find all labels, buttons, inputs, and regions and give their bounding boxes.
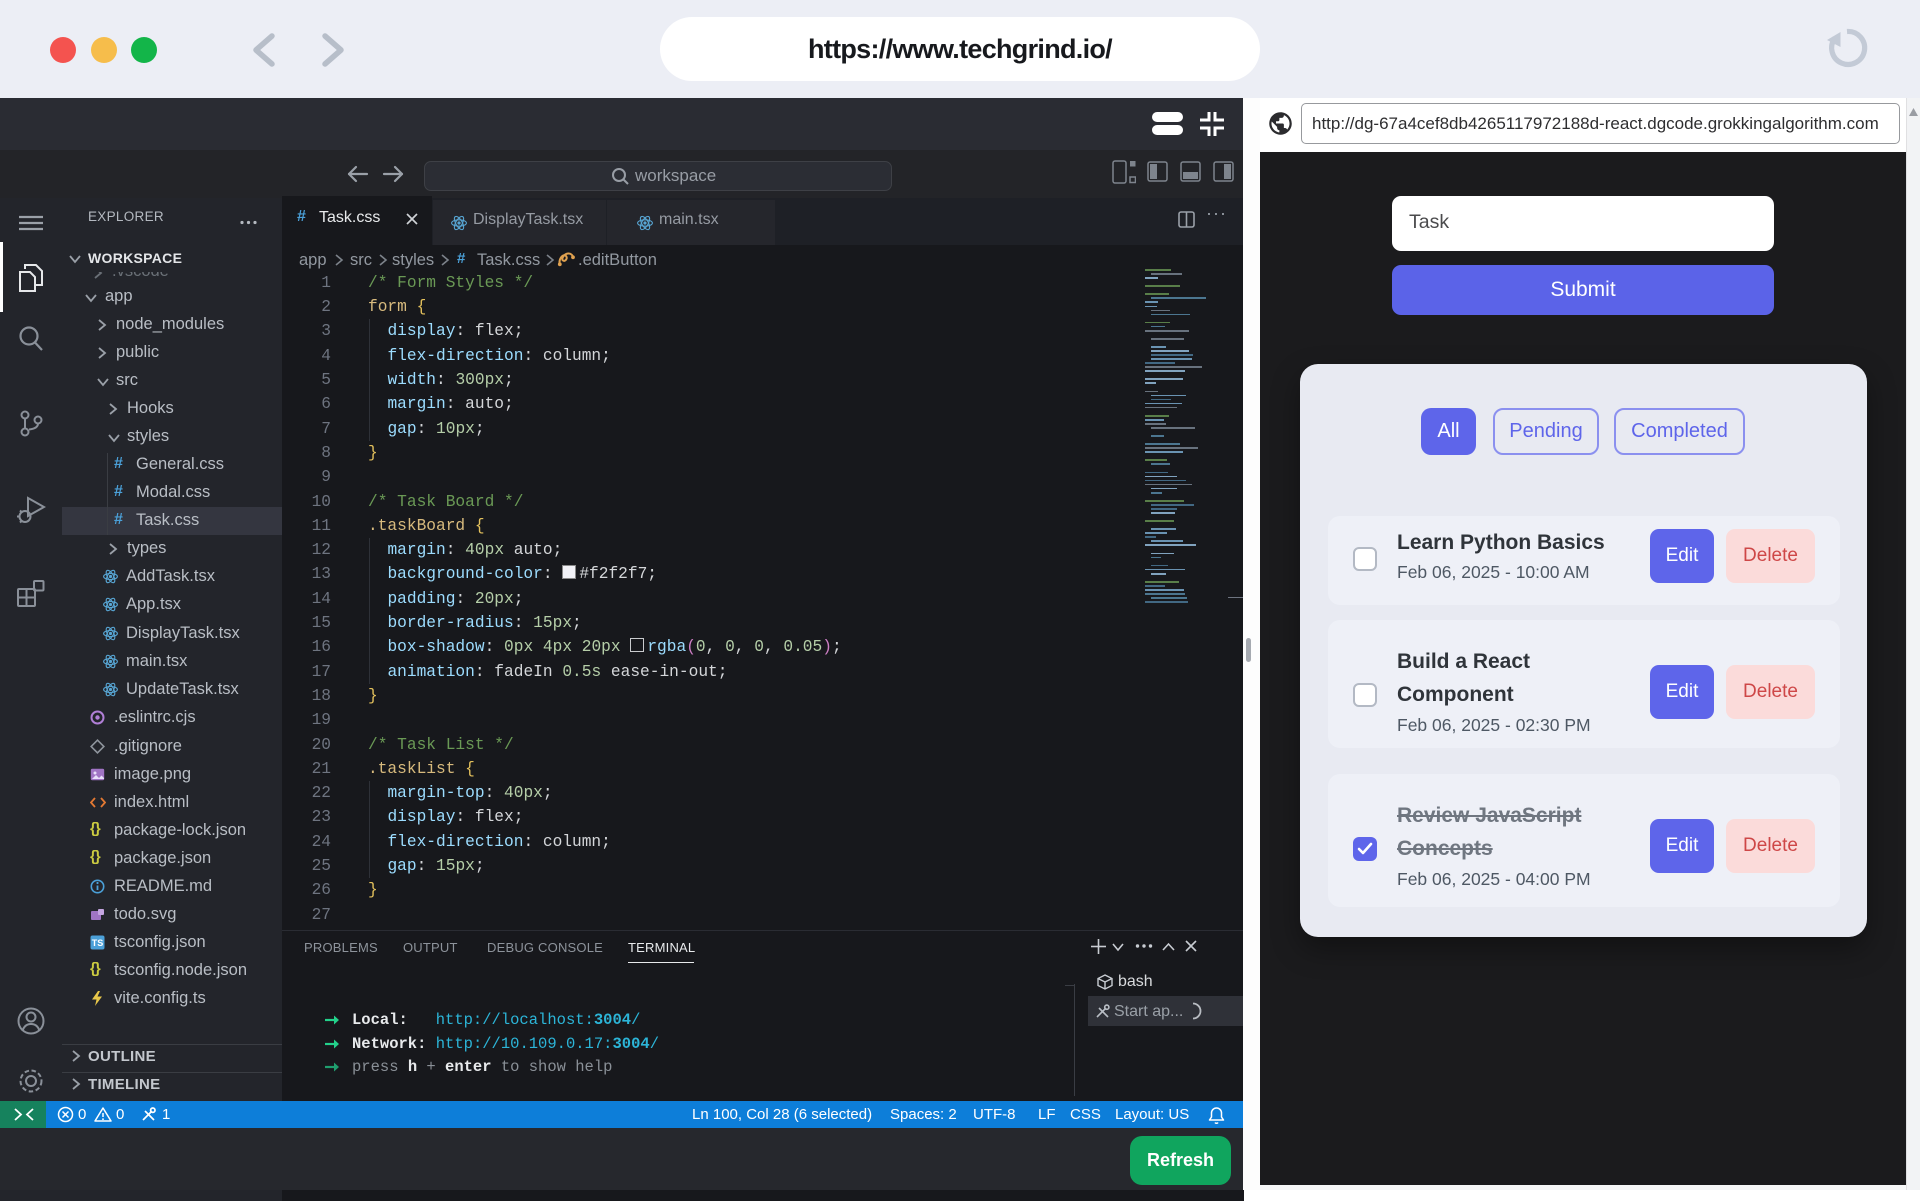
svg-text:TS: TS bbox=[92, 938, 104, 948]
